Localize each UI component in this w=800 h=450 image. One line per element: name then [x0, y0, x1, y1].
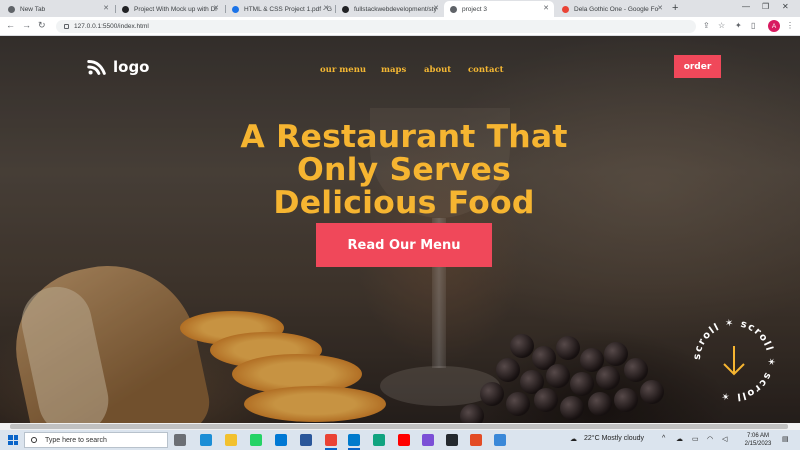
tab-title: Project With Mock up with Di	[134, 5, 217, 13]
git-icon[interactable]	[470, 434, 482, 446]
notification-icon[interactable]: ▤	[782, 435, 789, 443]
horizontal-scrollbar[interactable]	[0, 423, 800, 430]
tab-project-3[interactable]: project 3 ✕	[444, 1, 554, 17]
tab-title: Dela Gothic One - Google Fo	[574, 5, 659, 13]
wifi-icon[interactable]: ◠	[707, 435, 713, 443]
tab-project-mockup[interactable]: Project With Mock up with Di ✕	[116, 1, 224, 17]
tab-title: HTML & CSS Project 1.pdf - G	[244, 5, 332, 13]
logo-icon	[87, 60, 106, 75]
whatsapp-icon[interactable]	[250, 434, 262, 446]
tab-title: project 3	[462, 5, 487, 13]
search-icon	[31, 437, 37, 443]
site-icon	[122, 5, 129, 13]
tab-strip: New Tab ✕ Project With Mock up with Di ✕…	[0, 0, 800, 17]
clock-time: 7:06 AM	[746, 433, 769, 439]
logo-text: logo	[113, 58, 150, 76]
close-icon[interactable]: ✕	[543, 4, 549, 12]
url-text: 127.0.0.1:5500/index.html	[74, 23, 149, 30]
chrome-taskbar-icon[interactable]	[325, 434, 337, 446]
hero-headline: A Restaurant That Only Serves Delicious …	[140, 121, 668, 220]
read-menu-button[interactable]: Read Our Menu	[316, 223, 492, 267]
close-icon[interactable]: ✕	[657, 4, 663, 12]
google-fonts-icon	[562, 5, 569, 13]
chevron-up-icon[interactable]: ^	[662, 435, 665, 442]
onedrive-icon[interactable]: ☁	[676, 435, 683, 443]
reload-icon[interactable]: ↻	[38, 20, 46, 31]
mail-icon[interactable]	[275, 434, 287, 446]
chatgpt-icon[interactable]	[373, 434, 385, 446]
file-explorer-icon[interactable]	[225, 434, 237, 446]
close-window-button[interactable]: ✕	[782, 2, 789, 11]
tab-github[interactable]: fullstackwebdevelopment/sty ✕	[336, 1, 444, 17]
scroll-indicator[interactable]: scroll ✶ scroll ✶ scroll ✶	[688, 314, 780, 406]
forward-icon[interactable]: →	[22, 20, 31, 30]
maximize-button[interactable]: ❐	[762, 2, 769, 11]
hero-line: A Restaurant That	[240, 119, 568, 155]
tab-title: New Tab	[20, 5, 46, 13]
battery-icon[interactable]: ▭	[692, 435, 699, 443]
store-icon[interactable]	[300, 434, 312, 446]
page-viewport: logo our menu maps about contact order A…	[0, 36, 800, 423]
search-placeholder: Type here to search	[45, 436, 107, 444]
tab-project-pdf[interactable]: HTML & CSS Project 1.pdf - G ✕	[226, 1, 334, 17]
chrome-icon	[8, 5, 15, 13]
info-icon	[64, 24, 69, 29]
close-icon[interactable]: ✕	[433, 4, 439, 12]
globe-icon	[450, 5, 457, 13]
bookmark-star-icon[interactable]: ☆	[718, 21, 725, 30]
side-panel-icon[interactable]: ▯	[751, 21, 755, 30]
system-clock[interactable]: 7:06 AM 2/15/2023	[738, 432, 778, 448]
github-desktop-icon[interactable]	[446, 434, 458, 446]
tab-title: fullstackwebdevelopment/sty	[354, 5, 437, 13]
tab-google-fonts[interactable]: Dela Gothic One - Google Fo ✕	[556, 1, 668, 17]
arrow-down-icon	[723, 346, 745, 376]
weather-icon[interactable]: ☁	[570, 435, 577, 443]
scrollbar-thumb[interactable]	[10, 424, 788, 429]
task-view-icon[interactable]	[174, 434, 186, 446]
tab-new-tab[interactable]: New Tab ✕	[2, 1, 114, 17]
windows-start-icon[interactable]	[8, 435, 18, 445]
address-bar[interactable]: 127.0.0.1:5500/index.html	[56, 20, 696, 33]
share-icon[interactable]: ⇪	[703, 21, 710, 30]
hero-line: Delicious Food	[273, 185, 535, 221]
back-icon[interactable]: ←	[6, 20, 15, 30]
edge-icon[interactable]	[200, 434, 212, 446]
nav-maps[interactable]: maps	[381, 65, 406, 75]
site-logo[interactable]: logo	[86, 56, 150, 78]
youtube-icon[interactable]	[398, 434, 410, 446]
browser-toolbar: ← → ↻ 127.0.0.1:5500/index.html ⇪ ☆ ✦ ▯ …	[0, 17, 800, 36]
close-icon[interactable]: ✕	[103, 4, 109, 12]
clock-date: 2/15/2023	[744, 441, 772, 447]
new-tab-button[interactable]: +	[672, 2, 678, 14]
extensions-icon[interactable]: ✦	[735, 21, 742, 30]
profile-avatar[interactable]: A	[768, 20, 780, 32]
minimize-button[interactable]: —	[742, 2, 750, 11]
vscode-icon[interactable]	[348, 434, 360, 446]
hero-line: Only Serves	[297, 152, 511, 188]
more-menu-icon[interactable]: ⋮	[786, 21, 794, 30]
app-icon[interactable]	[422, 434, 434, 446]
nav-about[interactable]: about	[424, 65, 451, 75]
nav-our-menu[interactable]: our menu	[320, 65, 366, 75]
order-button[interactable]: order	[674, 55, 721, 78]
close-icon[interactable]: ✕	[323, 4, 329, 12]
nav-contact[interactable]: contact	[468, 65, 504, 75]
taskbar: Type here to search ☁ 22°C Mostly cloudy…	[0, 430, 800, 450]
weather-text[interactable]: 22°C Mostly cloudy	[584, 435, 644, 442]
close-icon[interactable]: ✕	[213, 4, 219, 12]
drive-icon	[232, 5, 239, 13]
github-icon	[342, 5, 349, 13]
photos-icon[interactable]	[494, 434, 506, 446]
taskbar-search[interactable]: Type here to search	[24, 432, 168, 448]
volume-icon[interactable]: ◁	[722, 435, 727, 443]
